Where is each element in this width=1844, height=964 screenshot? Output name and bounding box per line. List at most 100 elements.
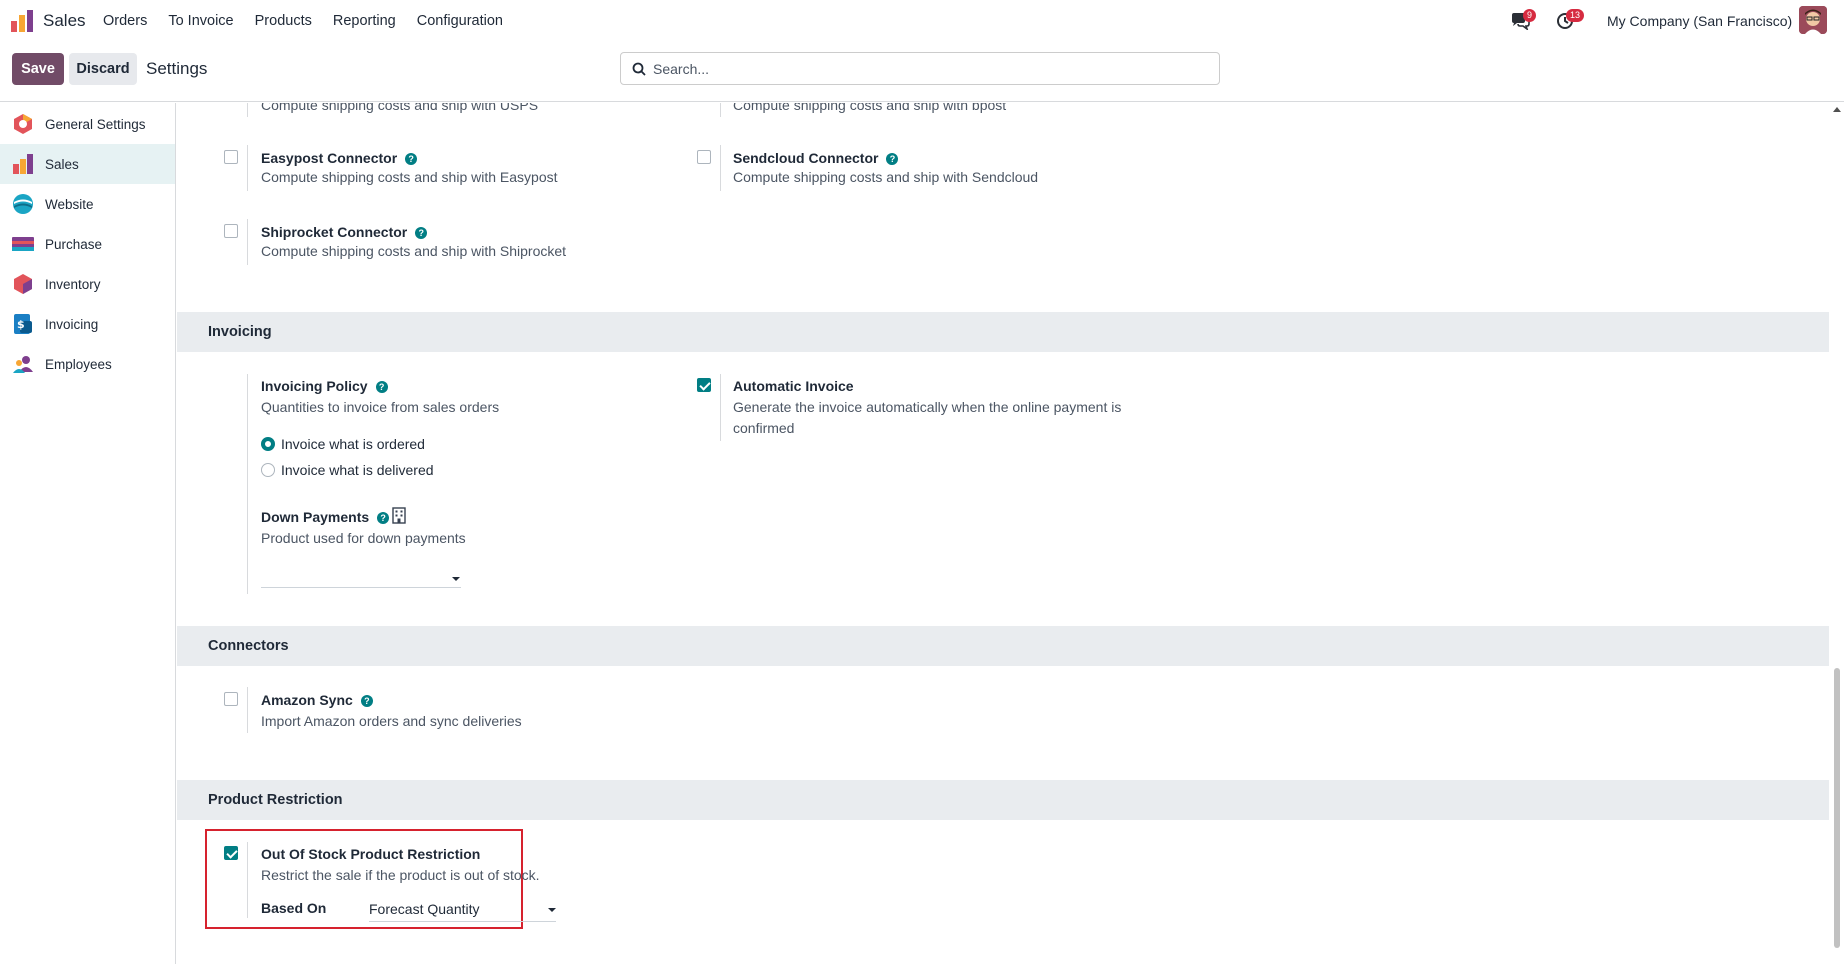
automatic-invoice-checkbox[interactable] [697, 378, 711, 392]
automatic-invoice-description-1: Generate the invoice automatically when … [733, 399, 1122, 415]
shiprocket-checkbox[interactable] [224, 224, 238, 238]
menu-products[interactable]: Products [255, 13, 312, 29]
out-of-stock-restriction-title: Out Of Stock Product Restriction [261, 846, 481, 862]
sidebar-item-sales[interactable]: Sales [0, 144, 175, 184]
invoicing-icon: $ [14, 314, 32, 334]
connectors-section-header: Connectors [177, 626, 1829, 666]
bpost-description: Compute shipping costs and ship with bpo… [733, 103, 1007, 113]
based-on-select[interactable] [369, 921, 556, 922]
based-on-label: Based On [261, 900, 327, 916]
sidebar-item-label: Purchase [45, 236, 103, 252]
easypost-description: Compute shipping costs and ship with Eas… [261, 169, 558, 185]
sidebar-item-label: Employees [45, 356, 112, 372]
app-name[interactable]: Sales [43, 11, 86, 31]
sendcloud-checkbox[interactable] [697, 150, 711, 164]
easypost-title-text: Easypost Connector [261, 150, 398, 166]
purchase-icon [12, 237, 34, 251]
sendcloud-title: Sendcloud Connector? [733, 150, 899, 166]
radio-invoice-delivered-label[interactable]: Invoice what is delivered [281, 462, 434, 478]
settings-content: Compute shipping costs and ship with USP… [177, 103, 1829, 964]
help-icon[interactable]: ? [375, 381, 388, 393]
usps-description: Compute shipping costs and ship with USP… [261, 103, 539, 113]
shiprocket-title: Shiprocket Connector? [261, 224, 428, 240]
sidebar-item-label: General Settings [45, 116, 146, 132]
based-on-select-value[interactable]: Forecast Quantity [369, 901, 480, 917]
sales-app-logo-icon[interactable] [10, 9, 34, 33]
search-bar[interactable] [620, 52, 1220, 85]
easypost-checkbox[interactable] [224, 150, 238, 164]
website-icon [13, 194, 33, 214]
shiprocket-description: Compute shipping costs and ship with Shi… [261, 243, 567, 259]
chevron-down-icon[interactable] [548, 908, 556, 912]
sidebar-item-employees[interactable]: Employees [0, 344, 175, 384]
sidebar-item-label: Website [45, 196, 94, 212]
easypost-title: Easypost Connector? [261, 150, 418, 166]
scroll-up-arrow-icon[interactable] [1833, 107, 1841, 112]
sendcloud-title-text: Sendcloud Connector [733, 150, 879, 166]
control-panel: Save Discard Settings [0, 42, 1844, 102]
sidebar-item-label: Inventory [45, 276, 101, 292]
section-title: Connectors [208, 638, 289, 654]
settings-sidebar: General Settings Sales Website Purchase … [0, 103, 176, 964]
sendcloud-description: Compute shipping costs and ship with Sen… [733, 169, 1039, 185]
down-payments-title: Down Payments? [261, 509, 390, 525]
divider [247, 145, 248, 191]
amazon-sync-description: Import Amazon orders and sync deliveries [261, 713, 522, 729]
radio-invoice-ordered-label[interactable]: Invoice what is ordered [281, 436, 425, 452]
discard-button[interactable]: Discard [69, 53, 137, 85]
menu-to-invoice[interactable]: To Invoice [168, 13, 233, 29]
invoicing-policy-title-text: Invoicing Policy [261, 378, 368, 394]
chat-badge: 9 [1523, 9, 1537, 22]
divider [247, 842, 248, 918]
help-icon[interactable]: ? [360, 695, 373, 707]
sidebar-item-label: Invoicing [45, 316, 99, 332]
sidebar-item-purchase[interactable]: Purchase [0, 224, 175, 264]
sidebar-item-inventory[interactable]: Inventory [0, 264, 175, 304]
menu-configuration[interactable]: Configuration [417, 13, 503, 29]
down-payment-product-select[interactable] [261, 587, 461, 588]
save-button[interactable]: Save [12, 53, 64, 85]
out-of-stock-restriction-checkbox[interactable] [224, 846, 238, 860]
shiprocket-title-text: Shiprocket Connector [261, 224, 408, 240]
section-title: Product Restriction [208, 792, 343, 808]
amazon-sync-title-text: Amazon Sync [261, 692, 353, 708]
divider [247, 687, 248, 733]
activity-badge: 13 [1566, 9, 1585, 22]
radio-invoice-ordered[interactable] [261, 437, 275, 451]
content-scrollbar[interactable] [1829, 103, 1844, 964]
divider [720, 374, 721, 441]
help-icon[interactable]: ? [377, 512, 390, 524]
amazon-sync-title: Amazon Sync? [261, 692, 373, 708]
search-input[interactable] [653, 59, 1203, 79]
sidebar-item-label: Sales [45, 156, 79, 172]
help-icon[interactable]: ? [415, 227, 428, 239]
breadcrumb: Settings [146, 59, 208, 78]
sidebar-item-general-settings[interactable]: General Settings [0, 104, 175, 144]
out-of-stock-restriction-description: Restrict the sale if the product is out … [261, 867, 540, 883]
sidebar-item-invoicing[interactable]: $ Invoicing [0, 304, 175, 344]
down-payments-description: Product used for down payments [261, 530, 466, 546]
radio-invoice-delivered[interactable] [261, 463, 275, 477]
invoicing-policy-title: Invoicing Policy? [261, 378, 388, 394]
user-avatar[interactable] [1799, 6, 1827, 34]
divider [720, 103, 721, 117]
employees-icon [13, 356, 33, 373]
company-building-icon [392, 507, 406, 524]
amazon-sync-checkbox[interactable] [224, 692, 238, 706]
chevron-down-icon[interactable] [452, 577, 460, 581]
divider [247, 219, 248, 265]
section-title: Invoicing [208, 324, 272, 340]
sidebar-item-website[interactable]: Website [0, 184, 175, 224]
top-navbar: Sales Orders To Invoice Products Reporti… [0, 0, 1844, 42]
help-icon[interactable]: ? [886, 153, 899, 165]
main-menu: Orders To Invoice Products Reporting Con… [103, 13, 524, 29]
invoicing-policy-description: Quantities to invoice from sales orders [261, 399, 500, 415]
company-switcher[interactable]: My Company (San Francisco) [1607, 13, 1792, 29]
menu-reporting[interactable]: Reporting [333, 13, 396, 29]
menu-orders[interactable]: Orders [103, 13, 147, 29]
svg-text:$: $ [17, 318, 25, 331]
scroll-thumb[interactable] [1834, 668, 1840, 948]
help-icon[interactable]: ? [405, 153, 418, 165]
general-settings-icon [14, 114, 32, 134]
divider [247, 374, 248, 594]
